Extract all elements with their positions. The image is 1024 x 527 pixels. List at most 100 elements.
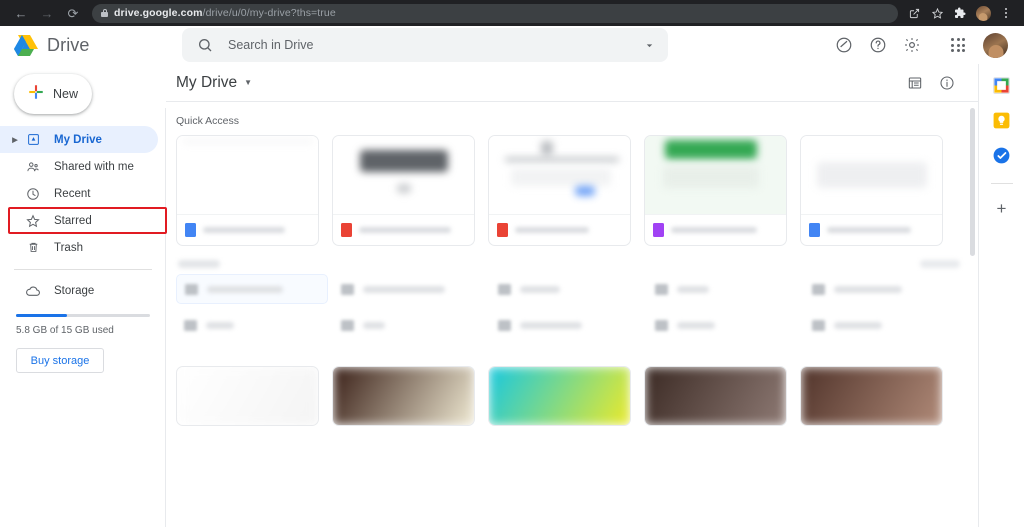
folders-section-header (166, 246, 978, 274)
folder-row[interactable] (804, 274, 956, 304)
chevron-right-icon[interactable]: ▶ (8, 136, 22, 144)
folder-row[interactable] (490, 310, 642, 340)
folder-row[interactable] (176, 274, 328, 304)
drive-brand[interactable]: Drive (14, 34, 166, 56)
shared-with-me-icon (22, 160, 44, 174)
quick-access-card[interactable] (488, 135, 631, 246)
quick-access-card[interactable] (332, 135, 475, 246)
info-icon[interactable] (934, 70, 960, 96)
chevron-down-icon[interactable]: ▼ (244, 78, 252, 87)
folder-name (834, 321, 882, 329)
quick-access-card[interactable] (644, 135, 787, 246)
file-thumbnail-card[interactable] (332, 366, 475, 426)
breadcrumb-label: My Drive (176, 73, 238, 91)
folder-icon (655, 283, 668, 295)
sidebar-item-label: Starred (54, 214, 92, 227)
folder-name (207, 285, 283, 293)
google-calendar-icon[interactable] (992, 76, 1011, 95)
quick-access-cards (166, 135, 978, 246)
folder-icon (341, 283, 354, 295)
quick-access-label: Quick Access (176, 115, 240, 127)
folder-list (166, 274, 978, 340)
folder-row[interactable] (647, 274, 799, 304)
support-icon[interactable] (829, 30, 859, 60)
share-icon[interactable] (904, 3, 924, 23)
extensions-puzzle-icon[interactable] (950, 3, 970, 23)
folder-row[interactable] (333, 274, 485, 304)
chrome-menu-icon[interactable] (996, 3, 1016, 23)
settings-gear-icon[interactable] (897, 30, 927, 60)
brand-name: Drive (47, 34, 90, 55)
browser-actions (904, 3, 1016, 23)
sidebar-item-my-drive[interactable]: ▶ My Drive (0, 126, 158, 153)
folder-row[interactable] (176, 310, 328, 340)
help-icon[interactable] (863, 30, 893, 60)
plus-icon[interactable]: + (997, 200, 1007, 217)
folder-icon (185, 283, 198, 295)
cloud-icon (22, 283, 44, 299)
buy-storage-button[interactable]: Buy storage (16, 348, 104, 373)
main-toolbar: My Drive ▼ (166, 64, 978, 102)
view-controls (902, 70, 960, 96)
sidebar-nav: ▶ My Drive Shared with me Recent Starred… (0, 126, 166, 261)
sidebar-item-shared-with-me[interactable]: Shared with me (0, 153, 158, 180)
google-apps-grid-icon[interactable] (943, 30, 973, 60)
card-footer (801, 214, 942, 245)
folder-icon (812, 319, 825, 331)
folder-row[interactable] (804, 310, 956, 340)
bookmark-star-icon[interactable] (927, 3, 947, 23)
file-thumbnail-card[interactable] (176, 366, 319, 426)
scrollbar-thumb[interactable] (970, 108, 975, 256)
sidebar-item-trash[interactable]: Trash (0, 234, 158, 261)
file-thumbnail-card[interactable] (800, 366, 943, 426)
sidebar-item-recent[interactable]: Recent (0, 180, 158, 207)
folder-name (520, 285, 560, 293)
card-thumbnail (333, 136, 474, 214)
card-filename (203, 227, 285, 233)
folder-name (834, 285, 902, 293)
file-type-icon (341, 223, 352, 237)
vertical-scrollbar[interactable] (969, 108, 976, 518)
forward-arrow-icon[interactable]: → (34, 0, 60, 26)
folder-row[interactable] (333, 310, 485, 340)
file-thumbnail-card[interactable] (644, 366, 787, 426)
new-button[interactable]: New (14, 74, 92, 114)
file-thumbnail-card[interactable] (488, 366, 631, 426)
breadcrumb[interactable]: My Drive ▼ (176, 74, 252, 92)
back-arrow-icon[interactable]: ← (8, 0, 34, 26)
reload-icon[interactable]: ⟳ (60, 0, 86, 26)
sidebar-item-starred[interactable]: Starred (0, 207, 158, 234)
card-footer (489, 214, 630, 245)
profile-avatar[interactable] (973, 3, 993, 23)
google-keep-icon[interactable] (992, 111, 1011, 130)
address-bar[interactable]: drive.google.com/drive/u/0/my-drive?ths=… (92, 3, 898, 23)
folder-name (677, 285, 709, 293)
app-shell: New ▶ My Drive Shared with me Recent Sta… (0, 64, 1024, 527)
chevron-down-icon[interactable] (638, 34, 660, 56)
url-text: drive.google.com/drive/u/0/my-drive?ths=… (114, 7, 336, 19)
quick-access-card[interactable] (800, 135, 943, 246)
folder-icon (498, 319, 511, 331)
account-avatar[interactable] (983, 32, 1008, 58)
file-type-icon (497, 223, 508, 237)
search-bar[interactable] (182, 28, 668, 62)
card-filename (359, 227, 451, 233)
search-icon[interactable] (194, 34, 216, 56)
card-thumbnail (801, 136, 942, 214)
search-input[interactable] (216, 38, 638, 52)
card-thumbnail (645, 136, 786, 214)
sort-toggle[interactable] (920, 260, 960, 268)
card-filename (671, 227, 757, 233)
folder-row[interactable] (490, 274, 642, 304)
files-section-header (166, 340, 978, 366)
google-tasks-icon[interactable] (992, 146, 1011, 165)
sidebar-item-storage[interactable]: Storage (0, 276, 166, 306)
my-drive-icon (22, 133, 44, 146)
sidebar-divider (14, 269, 152, 270)
quick-access-card[interactable] (176, 135, 319, 246)
folder-row[interactable] (647, 310, 799, 340)
storage-progress-bar (16, 314, 150, 317)
card-footer (177, 214, 318, 245)
list-view-icon[interactable] (902, 70, 928, 96)
folder-icon (812, 283, 825, 295)
